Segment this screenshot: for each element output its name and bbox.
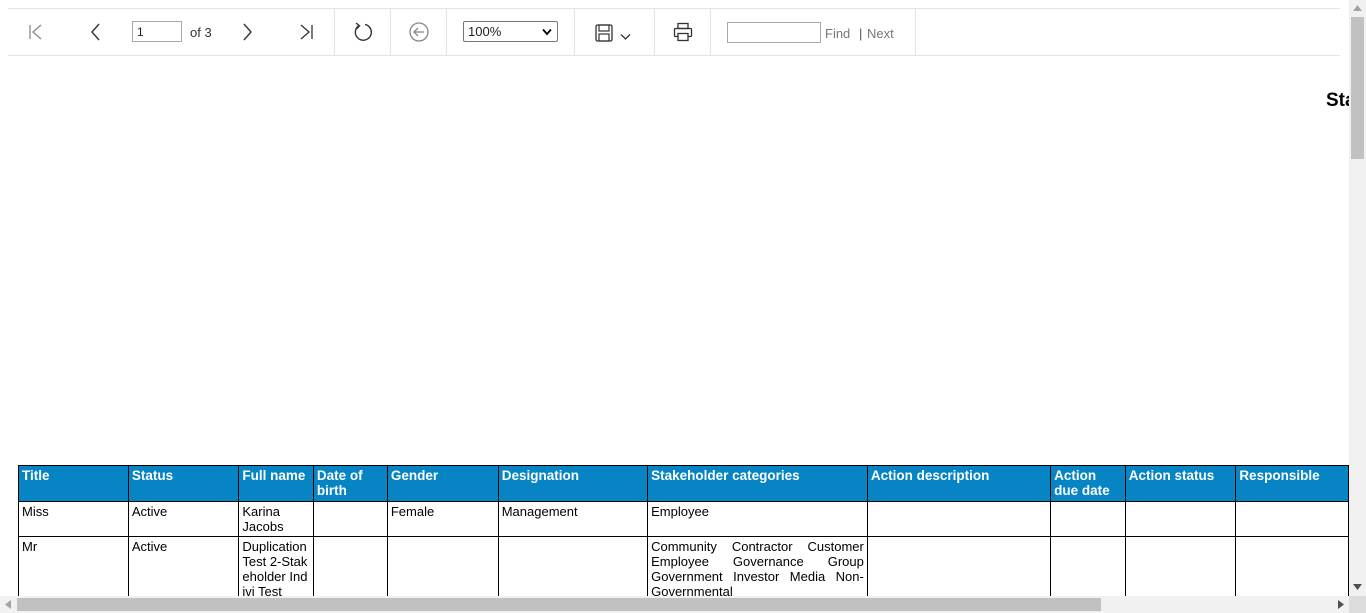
page-number-input[interactable] bbox=[132, 21, 182, 42]
report-page: Sta Title Status Full name Date of birth… bbox=[0, 57, 1349, 596]
table-cell: Active bbox=[127, 536, 240, 596]
next-page-icon bbox=[243, 23, 252, 41]
chevron-down-icon bbox=[620, 34, 631, 40]
last-page-icon bbox=[300, 24, 313, 40]
table-cell bbox=[386, 536, 499, 596]
toolbar-separator bbox=[574, 9, 575, 55]
back-button[interactable] bbox=[408, 21, 430, 43]
table-cell: Mr bbox=[18, 536, 129, 596]
table-cell bbox=[497, 536, 649, 596]
horizontal-scrollbar-thumb[interactable] bbox=[17, 598, 1101, 611]
column-header: Action description bbox=[866, 465, 1052, 502]
print-button[interactable] bbox=[672, 21, 694, 43]
table-cell bbox=[1235, 501, 1349, 537]
page-count: of 3 bbox=[190, 25, 212, 40]
table-header-row: Title Status Full name Date of birth Gen… bbox=[18, 465, 1349, 502]
vertical-scrollbar[interactable] bbox=[1349, 0, 1366, 596]
table-cell: Management bbox=[497, 501, 649, 537]
column-header: Date of birth bbox=[312, 465, 388, 502]
toolbar-separator bbox=[915, 9, 916, 55]
previous-page-icon bbox=[91, 23, 100, 41]
horizontal-scrollbar[interactable] bbox=[0, 596, 1349, 613]
column-header: Full name bbox=[238, 465, 314, 502]
table-cell bbox=[1124, 536, 1237, 596]
column-header: Responsible bbox=[1235, 465, 1349, 502]
scroll-up-icon[interactable] bbox=[1353, 5, 1362, 11]
refresh-button[interactable] bbox=[351, 20, 375, 44]
column-header: Stakeholder categories bbox=[647, 465, 868, 502]
table-cell bbox=[1050, 501, 1126, 537]
toolbar-separator bbox=[334, 9, 335, 55]
table-cell bbox=[866, 501, 1052, 537]
chevron-down-icon bbox=[542, 28, 552, 36]
table-cell: Duplication Test 2-Stakeholder Indivi Te… bbox=[238, 536, 314, 596]
table-cell: Active bbox=[127, 501, 240, 537]
print-icon bbox=[673, 22, 693, 42]
save-menu-button[interactable] bbox=[594, 20, 638, 46]
scroll-left-icon[interactable] bbox=[5, 600, 11, 609]
first-page-button[interactable] bbox=[26, 22, 46, 42]
report-viewer: of 3 bbox=[0, 0, 1366, 613]
toolbar-separator bbox=[390, 9, 391, 55]
column-header: Gender bbox=[386, 465, 499, 502]
zoom-value: 100% bbox=[468, 24, 502, 39]
column-header: Status bbox=[127, 465, 240, 502]
column-header: Action due date bbox=[1050, 465, 1126, 502]
table-row: Mr Active Duplication Test 2-Stakeholder… bbox=[18, 536, 1349, 596]
scroll-right-icon[interactable] bbox=[1338, 600, 1344, 609]
find-next-button[interactable]: Next bbox=[867, 26, 894, 41]
table-cell bbox=[1124, 501, 1237, 537]
find-button[interactable]: Find bbox=[825, 26, 850, 41]
zoom-select[interactable]: 100% bbox=[463, 21, 558, 42]
column-header: Designation bbox=[497, 465, 649, 502]
toolbar: of 3 bbox=[8, 8, 1340, 56]
table-cell: Employee bbox=[647, 501, 868, 537]
table-cell bbox=[1235, 536, 1349, 596]
scroll-down-icon[interactable] bbox=[1353, 584, 1362, 590]
table-cell: Karina Jacobs bbox=[238, 501, 314, 537]
refresh-icon bbox=[354, 22, 373, 41]
table-cell bbox=[1050, 536, 1126, 596]
last-page-button[interactable] bbox=[296, 22, 316, 42]
toolbar-separator bbox=[654, 9, 655, 55]
table-row: Miss Active Karina Jacobs Female Managem… bbox=[18, 501, 1349, 537]
table-cell bbox=[312, 536, 388, 596]
column-header: Action status bbox=[1124, 465, 1237, 502]
save-icon bbox=[595, 24, 613, 42]
table-cell: Female bbox=[386, 501, 499, 537]
toolbar-separator bbox=[446, 9, 447, 55]
find-input[interactable] bbox=[727, 22, 821, 43]
report-table: Title Status Full name Date of birth Gen… bbox=[18, 465, 1349, 596]
table-cell bbox=[866, 536, 1052, 596]
toolbar-separator bbox=[710, 9, 711, 55]
table-cell bbox=[312, 501, 388, 537]
scrollbar-corner bbox=[1349, 596, 1366, 613]
find-divider: | bbox=[859, 26, 863, 41]
report-title: Sta bbox=[1326, 90, 1349, 111]
first-page-icon bbox=[29, 24, 42, 40]
next-page-button[interactable] bbox=[237, 22, 257, 42]
back-icon bbox=[409, 22, 429, 42]
table-cell: Community Contractor Customer Employee G… bbox=[647, 536, 868, 596]
previous-page-button[interactable] bbox=[86, 22, 106, 42]
vertical-scrollbar-thumb[interactable] bbox=[1351, 17, 1364, 159]
table-cell: Miss bbox=[18, 501, 129, 537]
column-header: Title bbox=[18, 465, 129, 502]
